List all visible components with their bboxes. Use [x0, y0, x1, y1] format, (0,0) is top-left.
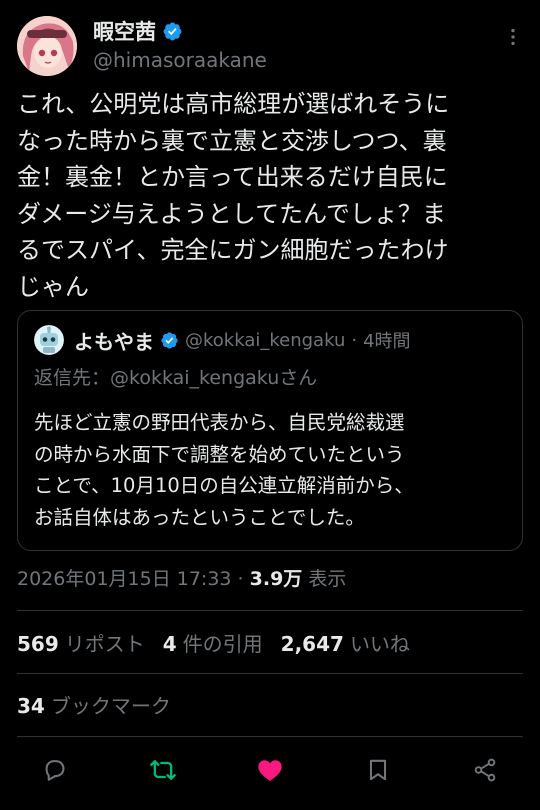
quoted-reply-to: 返信先：@kokkai_kengakuさん	[34, 367, 318, 389]
likes-stat[interactable]: 2,647 いいね	[281, 628, 410, 657]
meta-separator: ·	[231, 568, 250, 590]
tweet-timestamp[interactable]: 2026年01月15日 17:33	[17, 568, 232, 590]
bookmarks-label: ブックマーク	[50, 694, 171, 718]
bookmarks-count: 34	[17, 694, 45, 718]
repost-icon	[149, 760, 176, 780]
like-button[interactable]	[255, 755, 285, 785]
tweet-detail: 暇空茜 @himasoraakane これ、公明党は高市総理が選ばれそうに なっ…	[0, 0, 540, 810]
quotes-label: 件の引用	[182, 632, 263, 656]
tweet-meta: 2026年01月15日 17:33 · 3.9万 表示	[17, 564, 346, 591]
share-icon	[474, 758, 496, 782]
divider	[17, 736, 523, 737]
bookmarks-stat[interactable]: 34 ブックマーク	[17, 690, 171, 719]
quoted-header-separator: ·	[351, 329, 358, 351]
quoted-author-display-name: よもやま	[74, 329, 154, 354]
divider	[17, 610, 523, 611]
reposts-count: 569	[17, 632, 59, 656]
views-label: 表示	[302, 568, 347, 590]
author-avatar[interactable]	[17, 16, 77, 76]
repost-button[interactable]	[148, 755, 178, 785]
quoted-author-handle: @kokkai_kengaku	[185, 329, 346, 351]
divider	[17, 673, 523, 674]
reply-button[interactable]	[40, 755, 70, 785]
author-display-name[interactable]: 暇空茜	[93, 16, 156, 46]
quoted-tweet-text: 先ほど立憲の野田代表から、自民党総裁選 の時から水面下で調整を始めていたという …	[34, 411, 414, 529]
bookmark-button[interactable]	[363, 755, 393, 785]
verified-badge-icon	[163, 22, 182, 40]
engagement-stats: 569 リポスト 4 件の引用 2,647 いいね	[17, 628, 410, 657]
tweet-header: 暇空茜 @himasoraakane	[17, 14, 526, 78]
quoted-timestamp: 4時間	[363, 331, 411, 352]
action-bar	[40, 752, 500, 788]
quoted-author-avatar	[34, 325, 64, 355]
author-handle[interactable]: @himasoraakane	[93, 48, 267, 72]
author-name-row: 暇空茜	[93, 16, 183, 46]
reply-icon	[45, 760, 65, 781]
likes-count: 2,647	[280, 632, 344, 656]
robot-avatar-icon	[34, 325, 64, 355]
like-icon	[258, 760, 282, 781]
reposts-label: リポスト	[64, 632, 145, 656]
share-button[interactable]	[470, 755, 500, 785]
more-options-icon[interactable]	[502, 26, 524, 48]
quotes-stat[interactable]: 4 件の引用	[163, 628, 263, 657]
reposts-stat[interactable]: 569 リポスト	[17, 628, 145, 657]
quoted-verified-badge-icon	[161, 331, 178, 349]
quoted-tweet-header: よもやま @kokkai_kengaku · 4時間	[34, 325, 512, 355]
views-count: 3.9万	[249, 568, 303, 590]
bookmark-icon	[369, 759, 386, 781]
anime-girl-avatar-icon	[17, 16, 77, 76]
tweet-text: これ、公明党は高市総理が選ばれそうに なった時から裏で立憲と交渉しつつ、裏 金！…	[17, 90, 450, 301]
likes-label: いいね	[349, 632, 410, 656]
quoted-tweet[interactable]: よもやま @kokkai_kengaku · 4時間 返信先：@kokkai_k…	[17, 310, 523, 551]
quotes-count: 4	[162, 632, 177, 656]
